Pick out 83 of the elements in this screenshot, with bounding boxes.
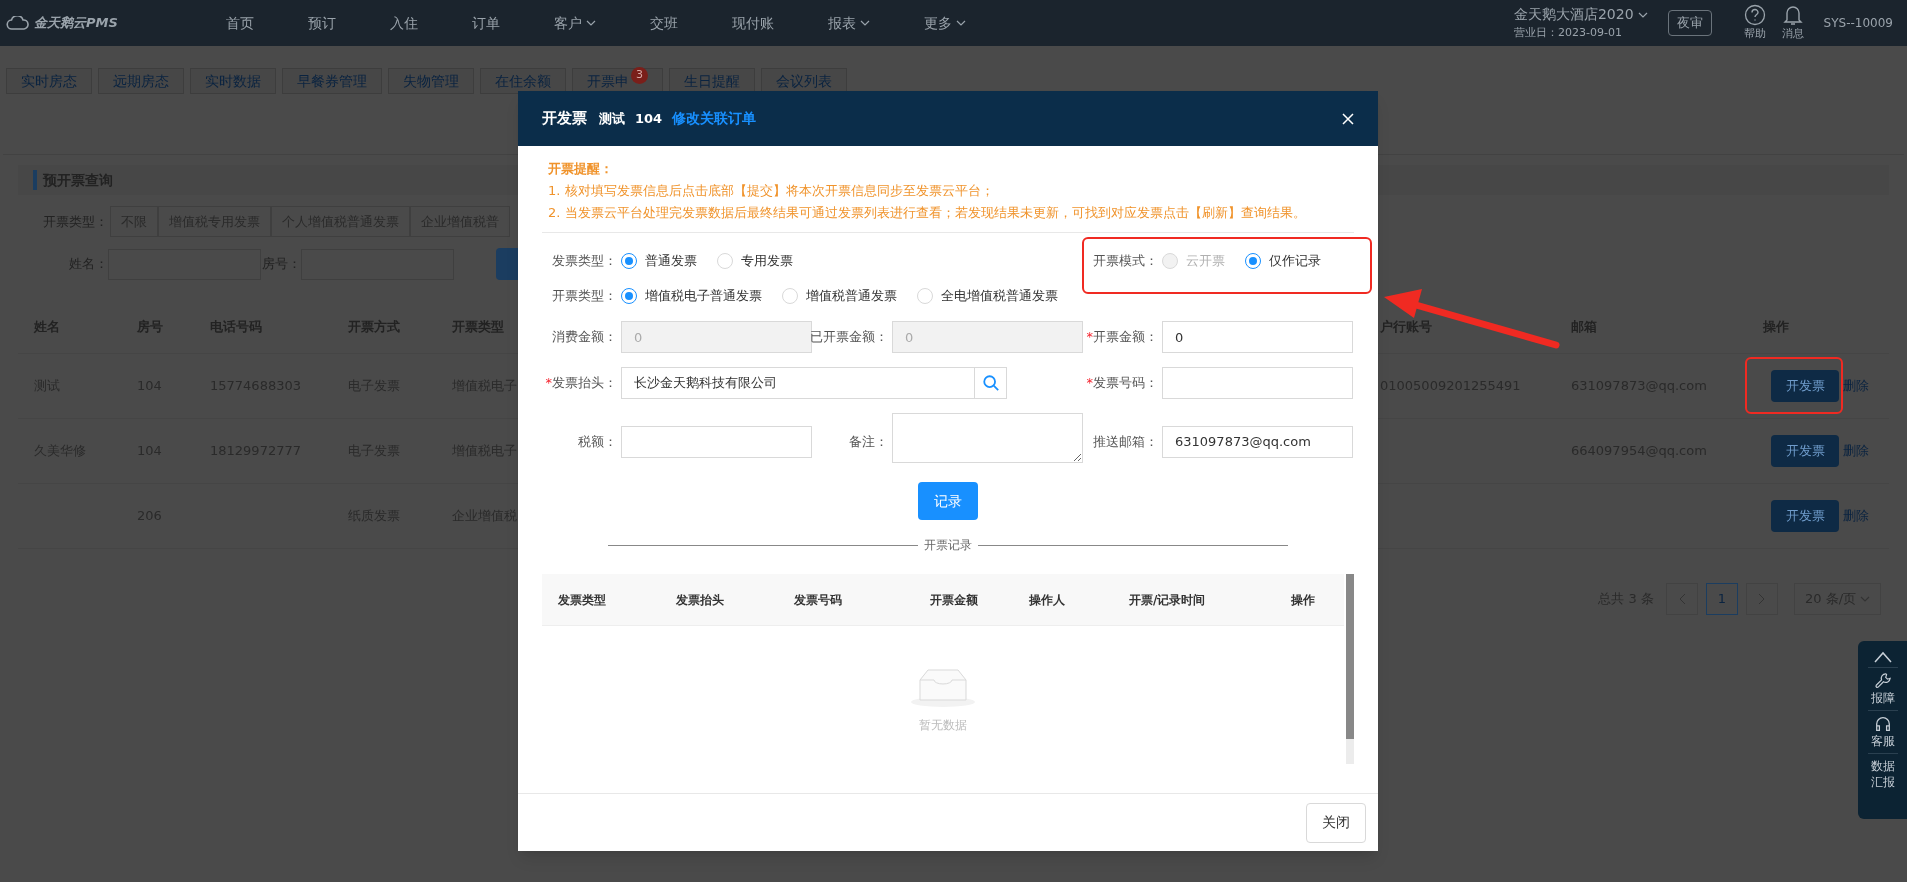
headphones-icon: [1873, 715, 1892, 733]
chevron-up-icon[interactable]: [1872, 651, 1893, 663]
radio-label: 增值税普通发票: [806, 287, 897, 306]
wrench-icon: [1873, 672, 1892, 690]
column-header: 发票号码: [794, 591, 843, 609]
field-label: 备注：: [849, 432, 888, 451]
radio-button[interactable]: [621, 288, 637, 304]
nav-link[interactable]: 订单: [472, 12, 500, 34]
nav-link[interactable]: 现付账: [732, 12, 774, 34]
night-audit-button[interactable]: 夜审: [1667, 10, 1712, 36]
field-label: 开票类型：: [552, 287, 617, 306]
notice-title: 开票提醒：: [548, 160, 614, 178]
edit-order-link[interactable]: 修改关联订单: [672, 108, 757, 129]
notice-text: 2. 当发票云平台处理完发票数据后最终结果可通过发票列表进行查看；若发现结果未更新，可找到对应发票点击【刷新】查询结果。: [548, 204, 1307, 222]
field-label: 税额：: [578, 432, 617, 451]
radio-label: 增值税电子普通发票: [645, 287, 762, 306]
column-header: 发票抬头: [676, 591, 725, 609]
radio-label: 全电增值税普通发票: [941, 287, 1058, 306]
help-icon[interactable]: [1743, 3, 1766, 26]
section-accent: [33, 170, 37, 190]
tab[interactable]: 开票申 3: [572, 68, 663, 94]
field-label: 开票模式：: [1093, 252, 1158, 271]
empty-inbox-icon: [910, 666, 976, 708]
field-label: 发票类型：: [552, 252, 617, 271]
column-header: 开票/记录时间: [1129, 591, 1207, 609]
column-header: 操作人: [1029, 591, 1066, 609]
cloud-icon: [6, 16, 30, 30]
column-header: 发票类型: [558, 591, 607, 609]
caret-icon: [1637, 11, 1648, 18]
nav-link[interactable]: 交班: [650, 12, 678, 34]
nav-link[interactable]: 预订: [308, 12, 336, 34]
close-icon[interactable]: [1342, 112, 1354, 125]
input-field[interactable]: 长沙金天鹅科技有限公司: [621, 367, 975, 399]
issue-invoice-button[interactable]: 开发票: [1771, 435, 1839, 467]
bell-icon[interactable]: [1782, 3, 1803, 26]
dialog-title: 开发票: [542, 108, 587, 130]
required-mark: *: [1086, 374, 1093, 393]
record-button[interactable]: 记录: [918, 482, 978, 520]
column-header: 操作: [1291, 591, 1316, 609]
radio-button[interactable]: [621, 253, 637, 269]
input-field[interactable]: 0: [1162, 321, 1353, 353]
logo-text: 金天鹅云PMS: [34, 14, 118, 33]
field-label: 发票抬头：: [552, 374, 617, 393]
input-field[interactable]: 631097873@qq.com: [1162, 425, 1353, 458]
close-button[interactable]: 关闭: [1306, 802, 1366, 843]
notice-text: 1. 核对填写发票信息后点击底部【提交】将本次开票信息同步至发票云平台；: [548, 182, 995, 200]
side-panel-label[interactable]: 数据汇报: [1868, 758, 1897, 790]
field-label: 开票金额：: [1093, 328, 1158, 347]
guest-name: 测试: [599, 109, 625, 128]
notes-field[interactable]: [892, 413, 1083, 463]
search-button[interactable]: [975, 367, 1007, 399]
side-panel-label[interactable]: 客服: [1868, 733, 1897, 749]
help-label: 帮助: [1743, 25, 1766, 42]
nav-link[interactable]: 报表: [828, 12, 870, 34]
required-mark: *: [545, 374, 552, 393]
business-date: 营业日：2023-09-01: [1513, 25, 1623, 42]
nav-link[interactable]: 入住: [390, 12, 418, 34]
radio-label: 专用发票: [741, 252, 793, 271]
issue-invoice-button[interactable]: 开发票: [1771, 370, 1839, 402]
field-label: 消费金额：: [552, 328, 617, 347]
nav-link[interactable]: 更多: [924, 12, 966, 34]
hotel-selector[interactable]: 金天鹅大酒店2020: [1513, 4, 1648, 26]
caret-icon: [1860, 596, 1871, 602]
nav-link[interactable]: 首页: [226, 12, 254, 34]
section-divider-title: 开票记录: [923, 537, 973, 554]
radio-label: 普通发票: [645, 252, 697, 271]
messages-label: 消息: [1781, 25, 1804, 42]
count-badge: 3: [631, 66, 648, 84]
room-number: 104: [635, 109, 663, 128]
radio-label: 云开票: [1186, 252, 1225, 271]
field-label: 发票号码：: [1093, 374, 1158, 393]
nav-link[interactable]: 客户: [554, 12, 596, 34]
radio-button[interactable]: [1245, 253, 1261, 269]
search-icon: [981, 374, 1000, 392]
empty-text: 暂无数据: [919, 717, 967, 734]
user-name[interactable]: SYS--10009: [1823, 14, 1893, 32]
issue-invoice-button[interactable]: 开发票: [1771, 500, 1839, 532]
field-label: 已开票金额：: [810, 328, 888, 347]
field-label: 推送邮箱：: [1093, 432, 1158, 451]
side-panel-label[interactable]: 报障: [1868, 690, 1897, 706]
column-header: 开票金额: [930, 591, 979, 609]
required-mark: *: [1086, 328, 1093, 347]
radio-label: 仅作记录: [1269, 252, 1321, 271]
